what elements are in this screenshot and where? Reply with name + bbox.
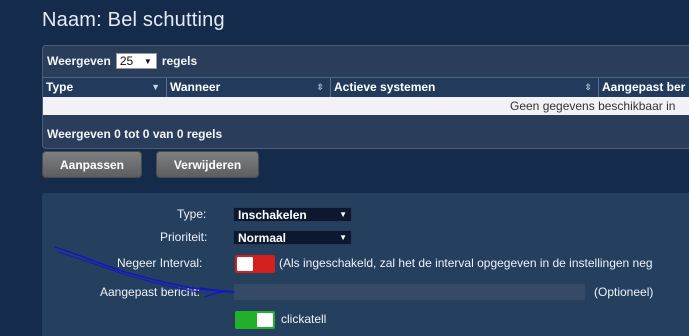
system-name-clickatell: clickatell bbox=[281, 312, 327, 326]
type-label: Type: bbox=[177, 207, 207, 221]
ignore-interval-toggle[interactable] bbox=[235, 255, 275, 273]
table-length-control: Weergeven 25 ▼ regels bbox=[47, 51, 197, 71]
notification-form: Type: Inschakelen ▼ Prioriteit: Normaal … bbox=[42, 193, 689, 336]
custom-message-input[interactable] bbox=[233, 283, 586, 301]
table-empty-row: Geen gegevens beschikbaar in bbox=[43, 97, 689, 115]
toggle-knob bbox=[237, 257, 253, 271]
length-suffix: regels bbox=[161, 54, 198, 68]
table-info: Weergeven 0 tot 0 van 0 regels bbox=[47, 127, 223, 141]
column-header-when[interactable]: Wanneer ⇳ bbox=[167, 78, 331, 97]
edit-button[interactable]: Aanpassen bbox=[42, 151, 142, 178]
sort-icon: ⇳ bbox=[584, 82, 592, 92]
delete-button[interactable]: Verwijderen bbox=[156, 151, 259, 178]
toggle-knob bbox=[257, 313, 273, 327]
priority-select[interactable]: Normaal ▼ bbox=[233, 230, 352, 245]
priority-label: Prioriteit: bbox=[160, 230, 208, 244]
page-title: Naam: Bel schutting bbox=[42, 9, 225, 31]
ignore-interval-label: Negeer Interval: bbox=[117, 256, 203, 270]
priority-select-value: Normaal bbox=[238, 230, 287, 245]
column-header-custom-message[interactable]: Aangepast ber bbox=[599, 78, 689, 97]
dropdown-arrow-icon: ▼ bbox=[143, 56, 152, 66]
type-select-value: Inschakelen bbox=[238, 207, 307, 222]
dropdown-arrow-icon: ▼ bbox=[339, 210, 347, 219]
dropdown-arrow-icon: ▼ bbox=[339, 233, 347, 242]
table-header: Type ▼ Wanneer ⇳ Actieve systemen ⇳ Aang… bbox=[43, 77, 689, 98]
ignore-interval-note: (Als ingeschakeld, zal het de interval o… bbox=[279, 256, 653, 270]
type-select[interactable]: Inschakelen ▼ bbox=[233, 207, 352, 222]
column-header-active-systems[interactable]: Actieve systemen ⇳ bbox=[331, 78, 599, 97]
notifications-table-panel: Weergeven 25 ▼ regels Type ▼ Wanneer ⇳ A… bbox=[42, 45, 689, 149]
custom-message-label: Aangepast bericht: bbox=[100, 285, 201, 299]
column-header-type[interactable]: Type ▼ bbox=[43, 78, 167, 97]
length-prefix: Weergeven bbox=[47, 54, 111, 68]
rows-per-page-value: 25 bbox=[119, 54, 134, 68]
optional-note: (Optioneel) bbox=[594, 285, 654, 299]
page: Naam: Bel schutting Weergeven 25 ▼ regel… bbox=[0, 0, 689, 336]
rows-per-page-select[interactable]: 25 ▼ bbox=[115, 53, 157, 69]
empty-message: Geen gegevens beschikbaar in bbox=[510, 99, 676, 113]
sort-icon: ⇳ bbox=[316, 82, 324, 92]
clickatell-toggle[interactable] bbox=[235, 311, 275, 329]
sort-desc-icon: ▼ bbox=[151, 82, 160, 92]
